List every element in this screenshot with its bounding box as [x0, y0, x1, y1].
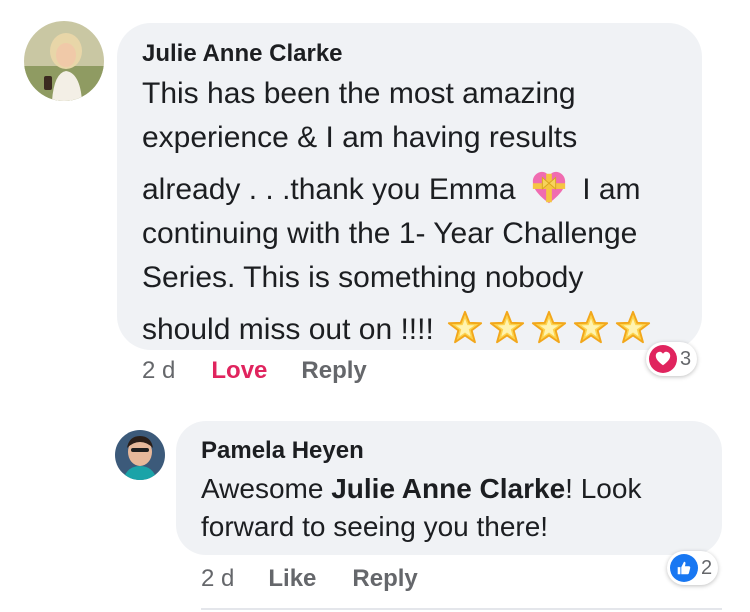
reply-text-after: ! Look — [565, 473, 642, 504]
star-emoji-row — [442, 310, 652, 346]
glowing-star-icon — [572, 309, 610, 347]
reply-reaction-badge[interactable]: 2 — [667, 551, 719, 585]
mention-link[interactable]: Julie Anne Clarke — [331, 473, 565, 504]
reply-line-1: Awesome Julie Anne Clarke! Look — [201, 470, 641, 508]
bottom-divider — [201, 608, 722, 610]
heart-icon — [649, 345, 677, 373]
comment-actions: 2 d Love Reply — [142, 357, 367, 385]
glowing-star-icon — [614, 309, 652, 347]
avatar[interactable] — [24, 21, 104, 101]
like-button[interactable]: Like — [268, 565, 316, 593]
comment-line-1: This has been the most amazing — [142, 77, 576, 110]
comment-author-name[interactable]: Julie Anne Clarke — [142, 40, 343, 68]
reply-reaction-count: 2 — [701, 556, 713, 579]
comment-line-6: should miss out on !!!! — [142, 308, 652, 352]
reply-text: Awesome Julie Anne Clarke! Look forward … — [201, 470, 641, 546]
reaction-badge[interactable]: 3 — [646, 342, 698, 376]
reply-line-2: forward to seeing you there! — [201, 511, 549, 542]
reply-timestamp[interactable]: 2 d — [201, 565, 234, 593]
glowing-star-icon — [488, 309, 526, 347]
comment-line-3-tail: I am — [582, 173, 641, 206]
reply-button[interactable]: Reply — [301, 357, 366, 385]
comment-line-4: continuing with the 1- Year Challenge — [142, 217, 638, 250]
comment-timestamp[interactable]: 2 d — [142, 357, 175, 385]
comment-text: This has been the most amazing experienc… — [142, 72, 652, 352]
reply-author-name[interactable]: Pamela Heyen — [201, 437, 364, 465]
reply-actions: 2 d Like Reply — [201, 565, 418, 593]
comment-line-3-text: already . . .thank you Emma — [142, 173, 516, 206]
reply-avatar[interactable] — [115, 430, 165, 480]
glowing-star-icon — [446, 309, 484, 347]
thumbs-up-icon — [670, 554, 698, 582]
reaction-count: 3 — [680, 347, 692, 370]
reply-text-before: Awesome — [201, 473, 332, 504]
comment-line-3: already . . .thank you Emma I am — [142, 168, 652, 212]
reply-reply-button[interactable]: Reply — [352, 565, 417, 593]
profile-photo — [24, 21, 104, 101]
comment-line-2: experience & I am having results — [142, 121, 578, 154]
reply-profile-photo — [115, 430, 165, 480]
comment-line-5: Series. This is something nobody — [142, 261, 584, 294]
love-button[interactable]: Love — [211, 357, 267, 385]
heart-with-ribbon-icon — [530, 169, 568, 207]
glowing-star-icon — [530, 309, 568, 347]
comment-line-6-text: should miss out on !!!! — [142, 313, 434, 346]
